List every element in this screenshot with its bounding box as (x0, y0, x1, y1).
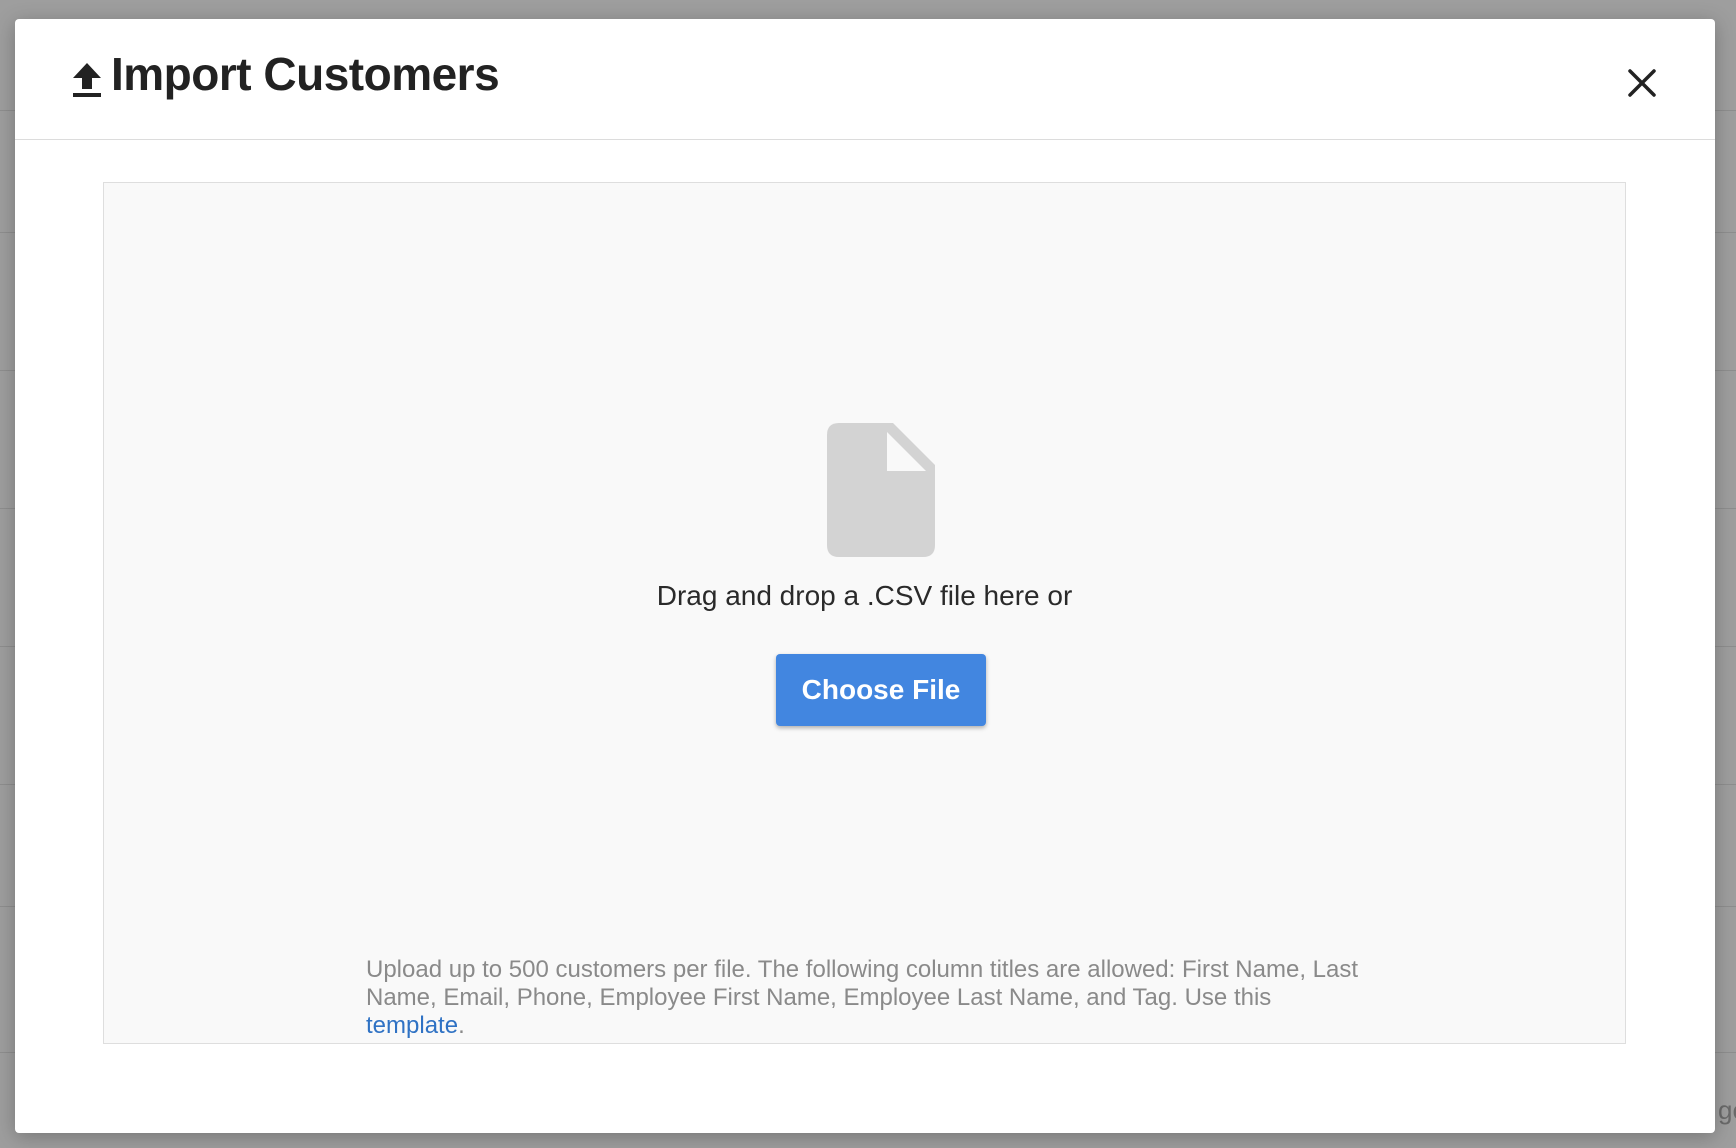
upload-help-body: Upload up to 500 customers per file. The… (366, 956, 1359, 1011)
upload-icon (71, 61, 103, 99)
file-dropzone[interactable]: Drag and drop a .CSV file here or Choose… (103, 182, 1626, 1044)
background-text-peek: ge (1718, 1095, 1736, 1125)
file-icon (827, 423, 935, 557)
choose-file-button[interactable]: Choose File (776, 654, 986, 726)
close-button[interactable] (1620, 61, 1664, 105)
close-icon (1620, 69, 1664, 108)
modal-header: Import Customers (15, 19, 1715, 140)
upload-help-text: Upload up to 500 customers per file. The… (366, 956, 1366, 1040)
modal-title: Import Customers (111, 48, 500, 100)
help-suffix: . (458, 1012, 465, 1039)
drop-instructions: Drag and drop a .CSV file here or (656, 580, 1073, 611)
import-customers-modal: Import Customers Drag and drop a .CSV fi… (15, 19, 1715, 1133)
template-link[interactable]: template (366, 1012, 458, 1039)
